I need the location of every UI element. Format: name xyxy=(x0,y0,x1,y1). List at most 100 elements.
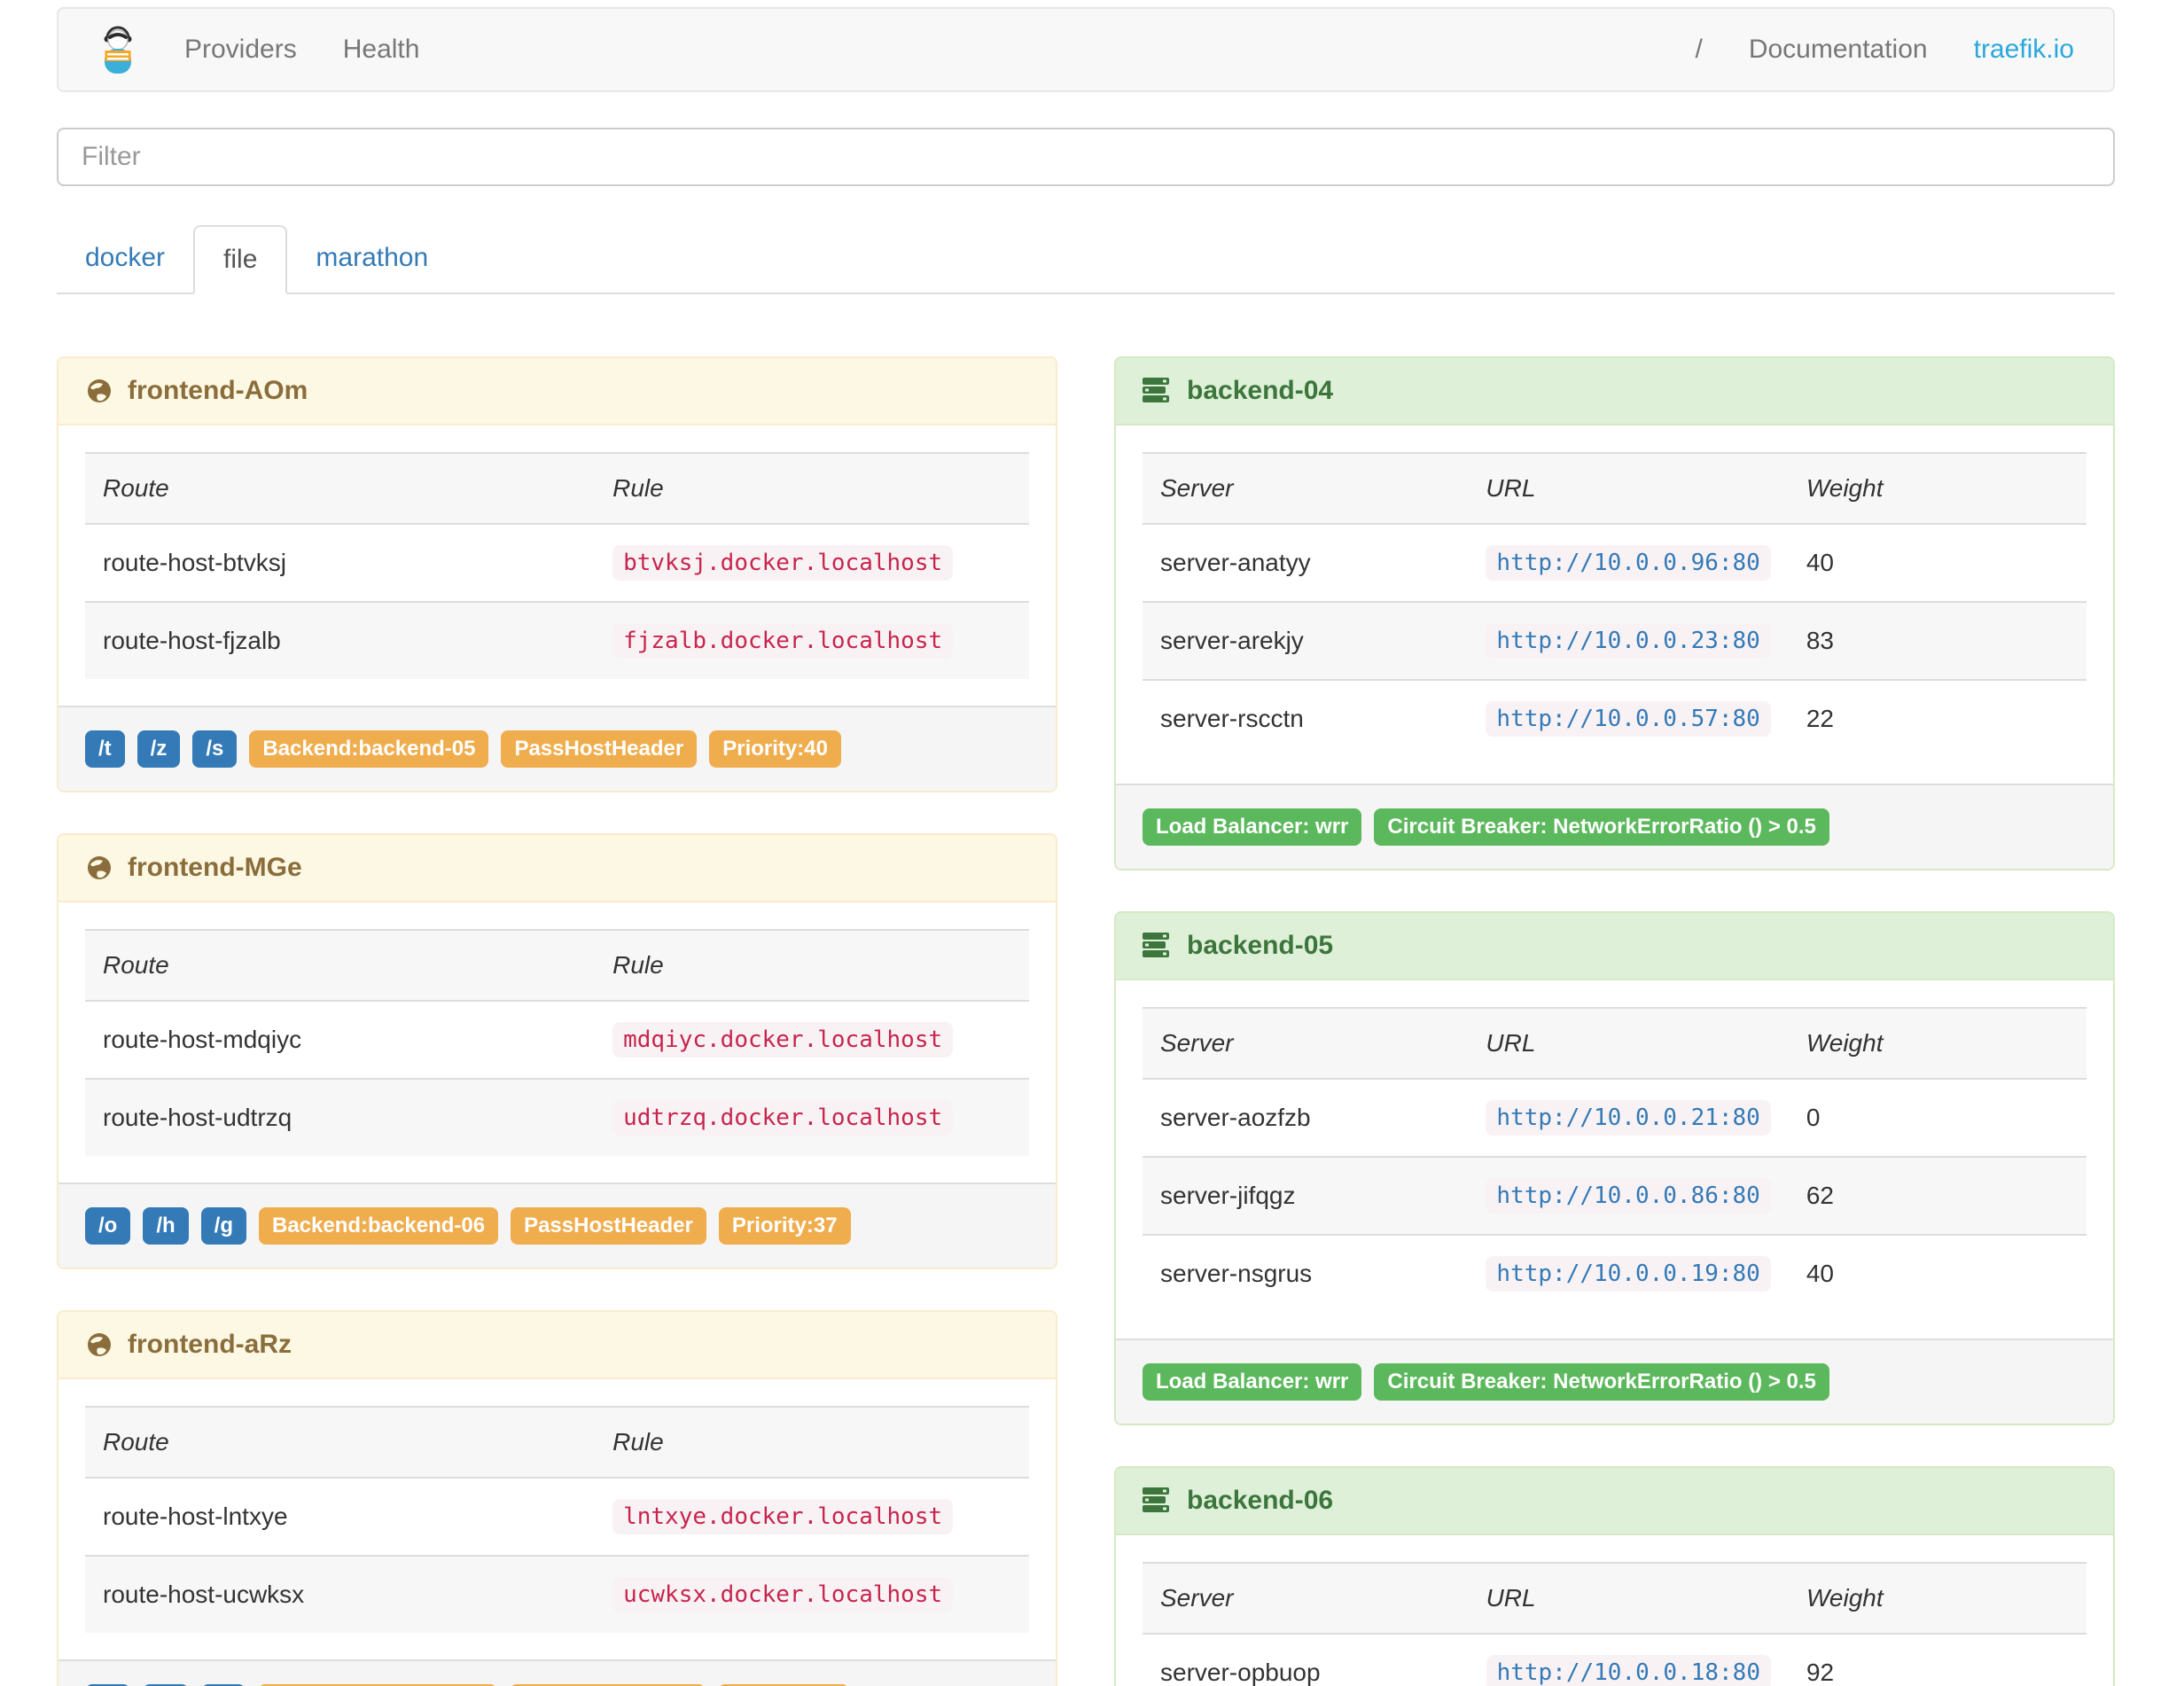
server-weight-cell: 22 xyxy=(1788,679,2086,757)
circuit-breaker-badge: Circuit Breaker: NetworkErrorRatio () > … xyxy=(1374,808,1829,846)
servers-table-header-row: Server URL Weight xyxy=(1143,452,2086,524)
server-name-cell: server-jifqgz xyxy=(1143,1156,1469,1235)
frontend-tag-badge: Priority:40 xyxy=(709,730,841,768)
circuit-breaker-badge: Circuit Breaker: NetworkErrorRatio () > … xyxy=(1374,1363,1829,1401)
servers-table-header-row: Server URL Weight xyxy=(1143,1007,2086,1079)
backend-panel: backend-04 Server URL Weight server-anat… xyxy=(1114,356,2115,870)
server-name-cell: server-opbuop xyxy=(1143,1633,1469,1686)
frontend-tag-badge: Backend:backend-05 xyxy=(249,730,489,768)
column-header-url: URL xyxy=(1468,1007,1789,1079)
tab-docker[interactable]: docker xyxy=(57,225,193,294)
navbar-right: / Documentation traefik.io xyxy=(1695,35,2074,65)
rule-code: fjzalb.docker.localhost xyxy=(612,623,954,659)
column-header-route: Route xyxy=(85,929,596,1001)
server-url-code: http://10.0.0.18:80 xyxy=(1486,1655,1771,1686)
route-name-cell: route-host-udtrzq xyxy=(85,1078,596,1156)
backend-panel-body: Server URL Weight server-anatyy http://10… xyxy=(1116,425,2113,784)
route-name-cell: route-host-ucwksx xyxy=(85,1555,596,1633)
column-header-rule: Rule xyxy=(595,452,1029,524)
frontend-panel-header: frontend-aRz xyxy=(58,1312,1056,1379)
backend-panel-header: backend-06 xyxy=(1116,1468,2113,1535)
frontend-panel-header: frontend-AOm xyxy=(58,358,1056,425)
entrypoint-badge: /h xyxy=(143,1207,189,1245)
nav-link-documentation[interactable]: Documentation xyxy=(1749,35,1928,65)
route-row: route-host-fjzalb fjzalb.docker.localhost xyxy=(85,601,1029,679)
column-header-url: URL xyxy=(1468,452,1789,524)
tab-marathon[interactable]: marathon xyxy=(287,225,456,294)
server-url-cell: http://10.0.0.96:80 xyxy=(1468,523,1789,602)
frontend-panel-title: frontend-MGe xyxy=(128,853,302,882)
traefik-logo-icon[interactable] xyxy=(98,24,138,75)
server-row: server-nsgrus http://10.0.0.19:80 40 xyxy=(1143,1234,2086,1312)
rule-cell: btvksj.docker.localhost xyxy=(595,523,1029,602)
content: frontend-AOm Route Rule route-host-btvks… xyxy=(57,356,2115,1686)
route-row: route-host-lntxye lntxye.docker.localhost xyxy=(85,1477,1029,1556)
routes-table-header-row: Route Rule xyxy=(85,452,1029,524)
frontend-panel-body: Route Rule route-host-btvksj btvksj.docke… xyxy=(58,425,1056,706)
server-url-code: http://10.0.0.86:80 xyxy=(1486,1178,1771,1214)
navbar: Providers Health / Documentation traefik… xyxy=(57,7,2115,92)
server-row: server-aozfzb http://10.0.0.21:80 0 xyxy=(1143,1078,2086,1157)
column-header-route: Route xyxy=(85,1406,596,1478)
frontend-panel: frontend-aRz Route Rule route-host-lntxy… xyxy=(57,1310,1057,1686)
server-url-code: http://10.0.0.21:80 xyxy=(1486,1100,1771,1136)
server-url-cell: http://10.0.0.21:80 xyxy=(1468,1078,1789,1157)
entrypoint-badge: /z xyxy=(136,730,181,768)
server-url-code: http://10.0.0.23:80 xyxy=(1486,623,1771,659)
rule-code: btvksj.docker.localhost xyxy=(612,545,954,581)
route-name-cell: route-host-btvksj xyxy=(85,523,596,602)
nav-link-root[interactable]: / xyxy=(1695,35,1702,65)
backend-panel-footer: Load Balancer: wrr Circuit Breaker: Netwo… xyxy=(1116,1339,2113,1424)
route-name-cell: route-host-lntxye xyxy=(85,1477,596,1556)
rule-code: lntxye.docker.localhost xyxy=(612,1499,954,1534)
server-weight-cell: 0 xyxy=(1788,1078,2086,1157)
rule-code: mdqiyc.docker.localhost xyxy=(612,1022,954,1058)
navbar-left: Providers Health xyxy=(98,24,419,75)
route-row: route-host-btvksj btvksj.docker.localhost xyxy=(85,523,1029,602)
servers-table: Server URL Weight server-aozfzb http://10… xyxy=(1143,1007,2086,1312)
routes-table-header-row: Route Rule xyxy=(85,929,1029,1001)
provider-tabs: docker file marathon xyxy=(57,225,2115,294)
page: Providers Health / Documentation traefik… xyxy=(0,0,2184,1686)
server-row: server-anatyy http://10.0.0.96:80 40 xyxy=(1143,523,2086,602)
server-url-cell: http://10.0.0.86:80 xyxy=(1468,1156,1789,1235)
frontend-tag-badge: PassHostHeader xyxy=(501,730,698,768)
backend-panel-body: Server URL Weight server-aozfzb http://10… xyxy=(1116,980,2113,1339)
column-header-weight: Weight xyxy=(1788,452,2086,524)
server-name-cell: server-rscctn xyxy=(1143,679,1469,757)
server-row: server-opbuop http://10.0.0.18:80 92 xyxy=(1143,1633,2086,1686)
nav-link-providers[interactable]: Providers xyxy=(184,35,297,65)
column-header-server: Server xyxy=(1143,1562,1469,1634)
server-row: server-arekjy http://10.0.0.23:80 83 xyxy=(1143,601,2086,680)
nav-link-health[interactable]: Health xyxy=(343,35,420,65)
servers-table-header-row: Server URL Weight xyxy=(1143,1562,2086,1634)
entrypoint-badge: /t xyxy=(85,730,125,768)
column-header-route: Route xyxy=(85,452,596,524)
rule-cell: ucwksx.docker.localhost xyxy=(595,1555,1029,1633)
frontend-panel-body: Route Rule route-host-lntxye lntxye.docke… xyxy=(58,1379,1056,1659)
frontend-panel-title: frontend-aRz xyxy=(128,1330,292,1359)
backend-panel-body: Server URL Weight server-opbuop http://10… xyxy=(1116,1535,2113,1686)
route-row: route-host-udtrzq udtrzq.docker.localhost xyxy=(85,1078,1029,1156)
column-header-weight: Weight xyxy=(1788,1562,2086,1634)
frontends-column: frontend-AOm Route Rule route-host-btvks… xyxy=(57,356,1057,1686)
route-row: route-host-mdqiyc mdqiyc.docker.localhost xyxy=(85,1000,1029,1079)
rule-code: udtrzq.docker.localhost xyxy=(612,1100,954,1136)
column-header-weight: Weight xyxy=(1788,1007,2086,1079)
server-url-cell: http://10.0.0.23:80 xyxy=(1468,601,1789,680)
filter-input[interactable] xyxy=(57,128,2115,186)
nav-link-traefik-io[interactable]: traefik.io xyxy=(1974,35,2074,65)
globe-icon xyxy=(85,854,113,882)
tab-file[interactable]: file xyxy=(193,225,288,294)
server-name-cell: server-anatyy xyxy=(1143,523,1469,602)
rule-code: ucwksx.docker.localhost xyxy=(612,1577,954,1612)
server-rack-icon xyxy=(1143,378,1173,404)
server-url-cell: http://10.0.0.18:80 xyxy=(1468,1633,1789,1686)
frontend-panel-footer: /o/h/g Backend:backend-06 PassHostHeader Pr… xyxy=(58,1183,1056,1268)
server-url-cell: http://10.0.0.57:80 xyxy=(1468,679,1789,757)
server-row: server-jifqgz http://10.0.0.86:80 62 xyxy=(1143,1156,2086,1235)
frontend-tag-badge: Backend:backend-06 xyxy=(258,1207,499,1245)
globe-icon xyxy=(85,1331,113,1359)
load-balancer-badge: Load Balancer: wrr xyxy=(1143,1363,1362,1401)
backend-panel-title: backend-05 xyxy=(1187,931,1334,960)
